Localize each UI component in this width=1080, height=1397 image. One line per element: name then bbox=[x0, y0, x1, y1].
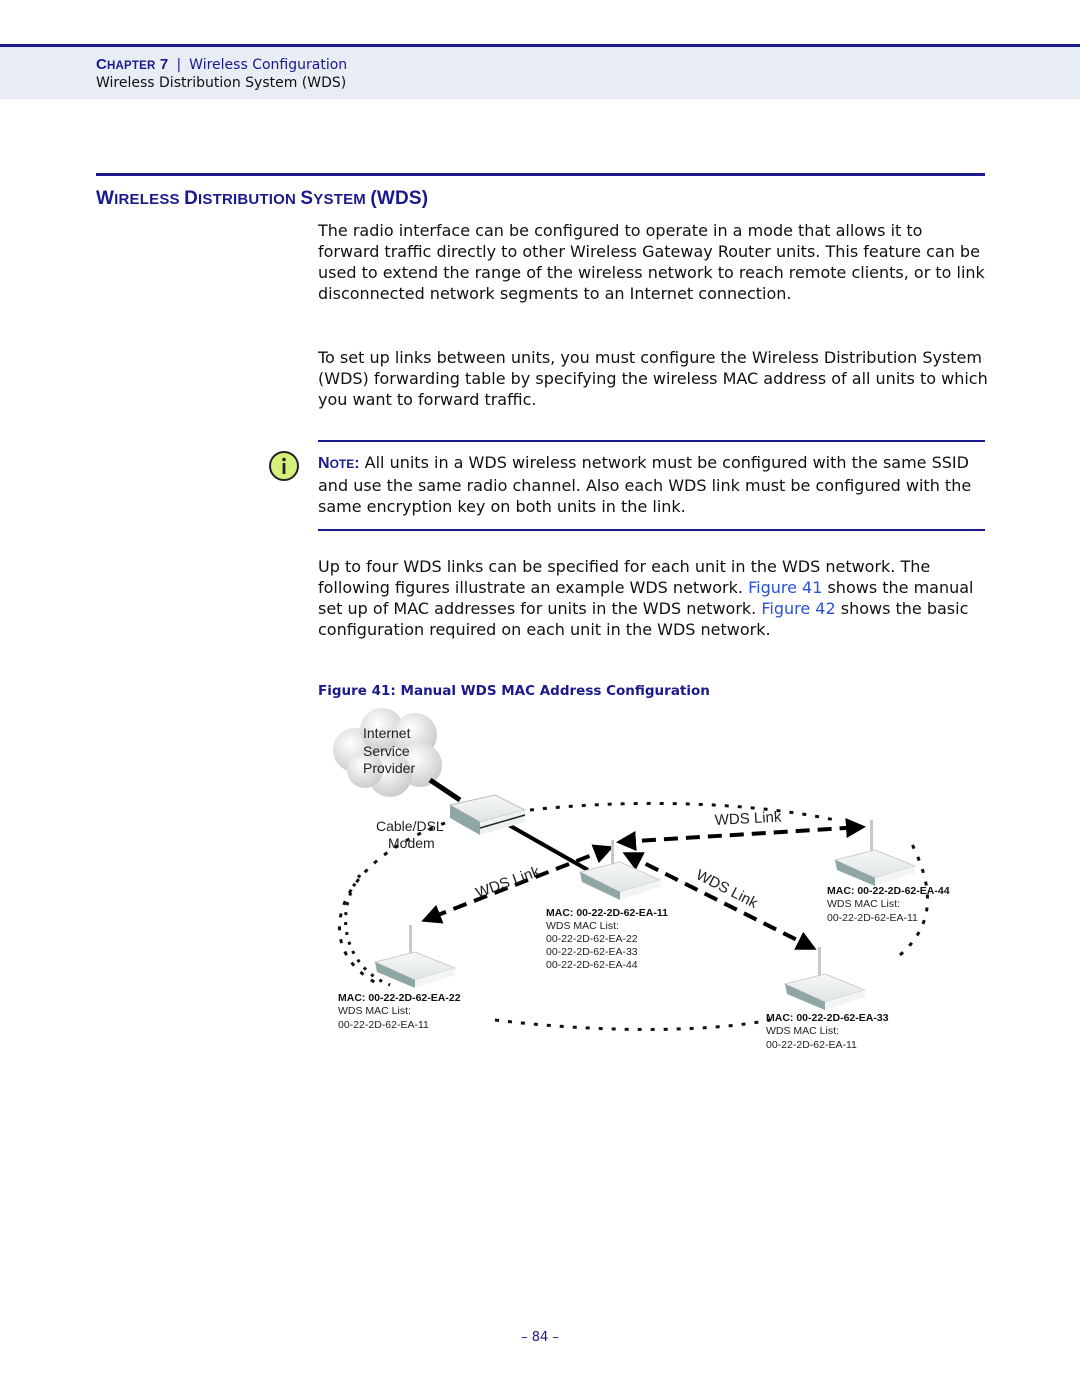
wds-link-top-right bbox=[616, 818, 866, 851]
mac-list-label: WDS MAC List: bbox=[827, 898, 900, 910]
access-point-bottom-right-icon bbox=[783, 947, 867, 1010]
note-body: All units in a WDS wireless network must… bbox=[318, 453, 972, 516]
access-point-center-icon bbox=[578, 840, 662, 900]
mac-list-label: WDS MAC List: bbox=[546, 920, 619, 932]
chapter-line: CHAPTER 7 | Wireless Configuration bbox=[96, 56, 347, 73]
figure-42-link[interactable]: Figure 42 bbox=[761, 599, 835, 618]
unit-mac-label: MAC: 00-22-2D-62-EA-11 bbox=[546, 907, 668, 919]
header-separator: | bbox=[176, 57, 182, 73]
access-point-left-icon bbox=[373, 925, 457, 988]
section-breadcrumb: Wireless Distribution System (WDS) bbox=[96, 75, 347, 91]
isp-cable bbox=[428, 777, 462, 803]
note-label-rest: OTE bbox=[329, 457, 355, 471]
title-cap: S bbox=[300, 188, 314, 209]
title-cap: (WDS) bbox=[370, 188, 429, 209]
paragraph-figures: Up to four WDS links can be specified fo… bbox=[318, 556, 988, 640]
mac-list-label: WDS MAC List: bbox=[338, 1005, 411, 1017]
title-rest: IRELESS bbox=[114, 191, 185, 208]
cloud-label-line: Service bbox=[363, 743, 410, 759]
mac-list-entry: 00-22-2D-62-EA-11 bbox=[766, 1039, 857, 1051]
cloud-label-line: Provider bbox=[363, 760, 415, 776]
paragraph-setup: To set up links between units, you must … bbox=[318, 348, 988, 409]
chapter-label-rest: HAPTER bbox=[107, 60, 156, 72]
title-cap: W bbox=[96, 188, 115, 209]
figure-41-link[interactable]: Figure 41 bbox=[748, 578, 822, 597]
info-icon bbox=[269, 451, 299, 481]
paragraph-intro: The radio interface can be configured to… bbox=[318, 221, 985, 303]
mac-list-entry: 00-22-2D-62-EA-11 bbox=[827, 912, 918, 924]
unit-mac-label: MAC: 00-22-2D-62-EA-22 bbox=[338, 992, 461, 1004]
wds-link-label: WDS Link bbox=[714, 809, 782, 829]
unit-mac-label: MAC: 00-22-2D-62-EA-33 bbox=[766, 1012, 889, 1024]
chapter-label: CHAPTER 7 bbox=[96, 56, 168, 73]
cloud-label-line: Internet bbox=[363, 725, 411, 741]
wds-link-label: WDS Link bbox=[474, 863, 543, 902]
note-label: NOTE: bbox=[318, 455, 360, 472]
note-label-cap: N bbox=[318, 455, 330, 472]
mac-list-entry: 00-22-2D-62-EA-44 bbox=[546, 959, 638, 971]
note-bottom-rule bbox=[318, 529, 985, 531]
section-divider bbox=[96, 173, 985, 176]
chapter-title: Wireless Configuration bbox=[189, 57, 348, 73]
wds-link-bottom-right bbox=[622, 852, 817, 950]
mac-list-entry: 00-22-2D-62-EA-33 bbox=[546, 946, 638, 958]
title-cap: D bbox=[184, 188, 199, 209]
mac-list-entry: 00-22-2D-62-EA-22 bbox=[546, 933, 638, 945]
note-text: NOTE: All units in a WDS wireless networ… bbox=[318, 452, 988, 517]
section-title: WIRELESS DISTRIBUTION SYSTEM (WDS) bbox=[96, 188, 428, 210]
modem-label-line: Modem bbox=[388, 835, 435, 851]
mac-list-entry: 00-22-2D-62-EA-11 bbox=[338, 1019, 429, 1031]
title-rest: ISTRIBUTION bbox=[198, 191, 301, 208]
running-header: CHAPTER 7 | Wireless Configuration Wireles… bbox=[0, 44, 1080, 99]
page-number: – 84 – bbox=[521, 1330, 559, 1345]
chapter-label-cap: C bbox=[96, 56, 108, 73]
chapter-number: 7 bbox=[159, 56, 169, 73]
figure-caption: Figure 41: Manual WDS MAC Address Config… bbox=[318, 683, 710, 699]
wds-network-diagram: Internet Service Provider Cable/DSL Mode… bbox=[333, 708, 950, 1051]
unit-mac-label: MAC: 00-22-2D-62-EA-44 bbox=[827, 885, 950, 897]
title-rest: YSTEM bbox=[313, 191, 371, 208]
note-top-rule bbox=[318, 440, 985, 442]
modem-label-line: Cable/DSL bbox=[376, 818, 444, 834]
modem-cable bbox=[499, 818, 589, 872]
mac-list-label: WDS MAC List: bbox=[766, 1025, 839, 1037]
